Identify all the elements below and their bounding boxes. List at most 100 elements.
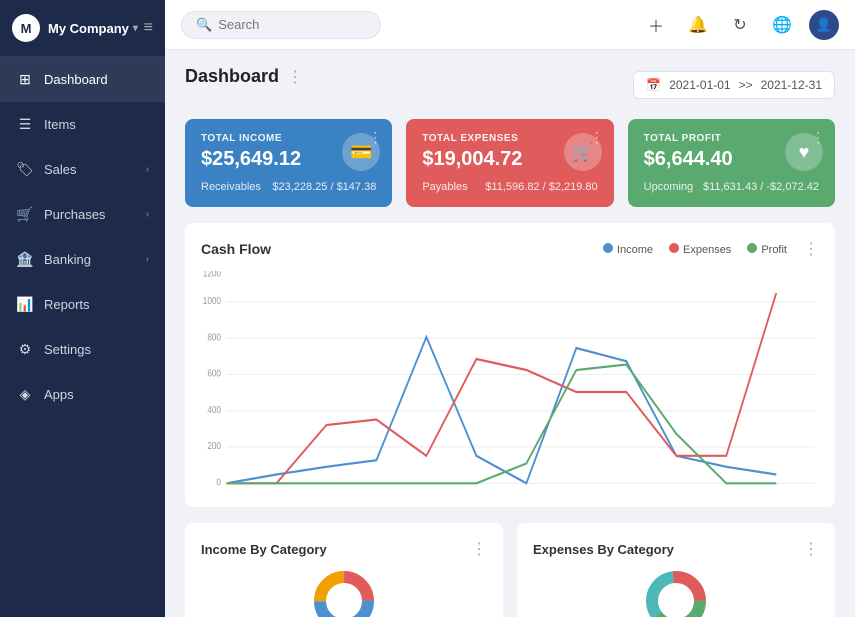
sidebar-item-label: Apps bbox=[44, 387, 74, 402]
date-range-picker[interactable]: 📅 2021-01-01 >> 2021-12-31 bbox=[633, 71, 835, 99]
chevron-right-icon: › bbox=[146, 164, 149, 175]
dashboard-header-row: Dashboard ⋮ 📅 2021-01-01 >> 2021-12-31 bbox=[185, 66, 835, 103]
legend-expenses: Expenses bbox=[669, 243, 731, 256]
income-category-menu[interactable]: ⋮ bbox=[471, 539, 487, 559]
sidebar-item-label: Settings bbox=[44, 342, 91, 357]
banking-icon: 🏦 bbox=[16, 251, 34, 268]
search-icon: 🔍 bbox=[196, 17, 212, 33]
company-name[interactable]: My Company ▾ bbox=[48, 21, 144, 36]
date-to: 2021-12-31 bbox=[761, 78, 822, 92]
sidebar-item-items[interactable]: ☰ Items bbox=[0, 102, 165, 147]
profit-sub: Upcoming $11,631.43 / -$2,072.42 bbox=[644, 181, 819, 193]
sidebar-item-sales[interactable]: 🏷 Sales › bbox=[0, 147, 165, 192]
svg-text:1200: 1200 bbox=[203, 271, 221, 279]
date-arrow: >> bbox=[739, 78, 753, 92]
search-box[interactable]: 🔍 bbox=[181, 11, 381, 39]
search-input[interactable] bbox=[218, 17, 358, 32]
dashboard-icon: ⊞ bbox=[16, 71, 34, 88]
expenses-category-header: Expenses By Category ⋮ bbox=[533, 539, 819, 559]
sidebar-item-label: Purchases bbox=[44, 207, 105, 222]
sidebar-item-label: Sales bbox=[44, 162, 77, 177]
profit-icon: ♥ bbox=[785, 133, 823, 171]
refresh-icon[interactable]: ↻ bbox=[725, 10, 755, 40]
income-sub: Receivables $23,228.25 / $147.38 bbox=[201, 181, 376, 193]
sidebar-item-label: Banking bbox=[44, 252, 91, 267]
legend-income: Income bbox=[603, 243, 653, 256]
cashflow-chart: 0 200 400 600 800 1000 1200 bbox=[201, 271, 819, 491]
expenses-card: ⋮ TOTAL EXPENSES $19,004.72 🛒 Payables $… bbox=[406, 119, 613, 207]
sidebar-item-label: Reports bbox=[44, 297, 90, 312]
settings-icon: ⚙ bbox=[16, 341, 34, 358]
bottom-row: Income By Category ⋮ Expenses By Categor… bbox=[185, 523, 835, 617]
sidebar-item-reports[interactable]: 📊 Reports bbox=[0, 282, 165, 327]
income-sub-value: $23,228.25 / $147.38 bbox=[272, 181, 376, 193]
sidebar-item-purchases[interactable]: 🛒 Purchases › bbox=[0, 192, 165, 237]
reports-icon: 📊 bbox=[16, 296, 34, 313]
svg-text:800: 800 bbox=[207, 332, 221, 343]
nav-list: ⊞ Dashboard ☰ Items 🏷 Sales › 🛒 Purchase… bbox=[0, 57, 165, 417]
sidebar-item-label: Dashboard bbox=[44, 72, 108, 87]
cashflow-header: Cash Flow Income Expenses Profit ⋮ bbox=[201, 239, 819, 259]
income-by-category-card: Income By Category ⋮ bbox=[185, 523, 503, 617]
sidebar-item-banking[interactable]: 🏦 Banking › bbox=[0, 237, 165, 282]
sidebar-item-apps[interactable]: ◈ Apps bbox=[0, 372, 165, 417]
svg-text:0: 0 bbox=[216, 477, 221, 488]
dashboard-menu-icon[interactable]: ⋮ bbox=[287, 67, 303, 87]
sidebar-item-label: Items bbox=[44, 117, 76, 132]
chevron-right-icon: › bbox=[146, 254, 149, 265]
svg-text:1000: 1000 bbox=[203, 295, 221, 306]
svg-text:200: 200 bbox=[207, 440, 221, 451]
cashflow-title: Cash Flow bbox=[201, 241, 271, 257]
profit-legend-dot bbox=[747, 243, 757, 253]
user-avatar[interactable]: 👤 bbox=[809, 10, 839, 40]
items-icon: ☰ bbox=[16, 116, 34, 133]
expenses-sub-label: Payables bbox=[422, 181, 467, 193]
sidebar: M My Company ▾ ≡ ⊞ Dashboard ☰ Items 🏷 bbox=[0, 0, 165, 617]
apps-icon: ◈ bbox=[16, 386, 34, 403]
profit-sub-value: $11,631.43 / -$2,072.42 bbox=[703, 181, 819, 193]
svg-text:600: 600 bbox=[207, 368, 221, 379]
globe-icon[interactable]: 🌐 bbox=[767, 10, 797, 40]
income-legend-dot bbox=[603, 243, 613, 253]
profit-sub-label: Upcoming bbox=[644, 181, 694, 193]
chevron-right-icon: › bbox=[146, 209, 149, 220]
cashflow-svg: 0 200 400 600 800 1000 1200 bbox=[201, 271, 819, 491]
dashboard-content: Dashboard ⋮ 📅 2021-01-01 >> 2021-12-31 ⋮… bbox=[165, 50, 855, 617]
sidebar-item-dashboard[interactable]: ⊞ Dashboard bbox=[0, 57, 165, 102]
topbar: 🔍 ＋ 🔔 ↻ 🌐 👤 bbox=[165, 0, 855, 50]
main-content: 🔍 ＋ 🔔 ↻ 🌐 👤 Dashboard ⋮ 📅 2021-01-01 >> … bbox=[165, 0, 855, 617]
expenses-pie-chart bbox=[533, 571, 819, 617]
company-logo: M bbox=[12, 14, 40, 42]
calendar-icon: 📅 bbox=[646, 78, 661, 92]
sidebar-item-settings[interactable]: ⚙ Settings bbox=[0, 327, 165, 372]
income-category-title: Income By Category bbox=[201, 542, 327, 557]
chart-legend: Income Expenses Profit bbox=[603, 243, 787, 256]
income-card: ⋮ TOTAL INCOME $25,649.12 💳 Receivables … bbox=[185, 119, 392, 207]
expenses-sub: Payables $11,596.82 / $2,219.80 bbox=[422, 181, 597, 193]
notifications-icon[interactable]: 🔔 bbox=[683, 10, 713, 40]
date-from: 2021-01-01 bbox=[669, 78, 730, 92]
sidebar-header: M My Company ▾ ≡ bbox=[0, 0, 165, 57]
svg-text:400: 400 bbox=[207, 404, 221, 415]
cashflow-section: Cash Flow Income Expenses Profit ⋮ bbox=[185, 223, 835, 507]
income-category-header: Income By Category ⋮ bbox=[201, 539, 487, 559]
expenses-legend-dot bbox=[669, 243, 679, 253]
hamburger-icon[interactable]: ≡ bbox=[144, 19, 153, 37]
expenses-category-menu[interactable]: ⋮ bbox=[803, 539, 819, 559]
legend-profit: Profit bbox=[747, 243, 787, 256]
cashflow-menu-icon[interactable]: ⋮ bbox=[803, 239, 819, 259]
company-chevron-icon: ▾ bbox=[133, 23, 138, 34]
page-title: Dashboard bbox=[185, 66, 279, 87]
expenses-sub-value: $11,596.82 / $2,219.80 bbox=[485, 181, 597, 193]
sales-icon: 🏷 bbox=[16, 161, 34, 178]
income-pie-chart bbox=[201, 571, 487, 617]
add-button[interactable]: ＋ bbox=[641, 10, 671, 40]
income-sub-label: Receivables bbox=[201, 181, 261, 193]
dashboard-header: Dashboard ⋮ bbox=[185, 66, 303, 87]
expenses-icon: 🛒 bbox=[564, 133, 602, 171]
purchases-icon: 🛒 bbox=[16, 206, 34, 223]
stat-cards-row: ⋮ TOTAL INCOME $25,649.12 💳 Receivables … bbox=[185, 119, 835, 207]
expenses-category-title: Expenses By Category bbox=[533, 542, 674, 557]
profit-card: ⋮ TOTAL PROFIT $6,644.40 ♥ Upcoming $11,… bbox=[628, 119, 835, 207]
expenses-by-category-card: Expenses By Category ⋮ bbox=[517, 523, 835, 617]
